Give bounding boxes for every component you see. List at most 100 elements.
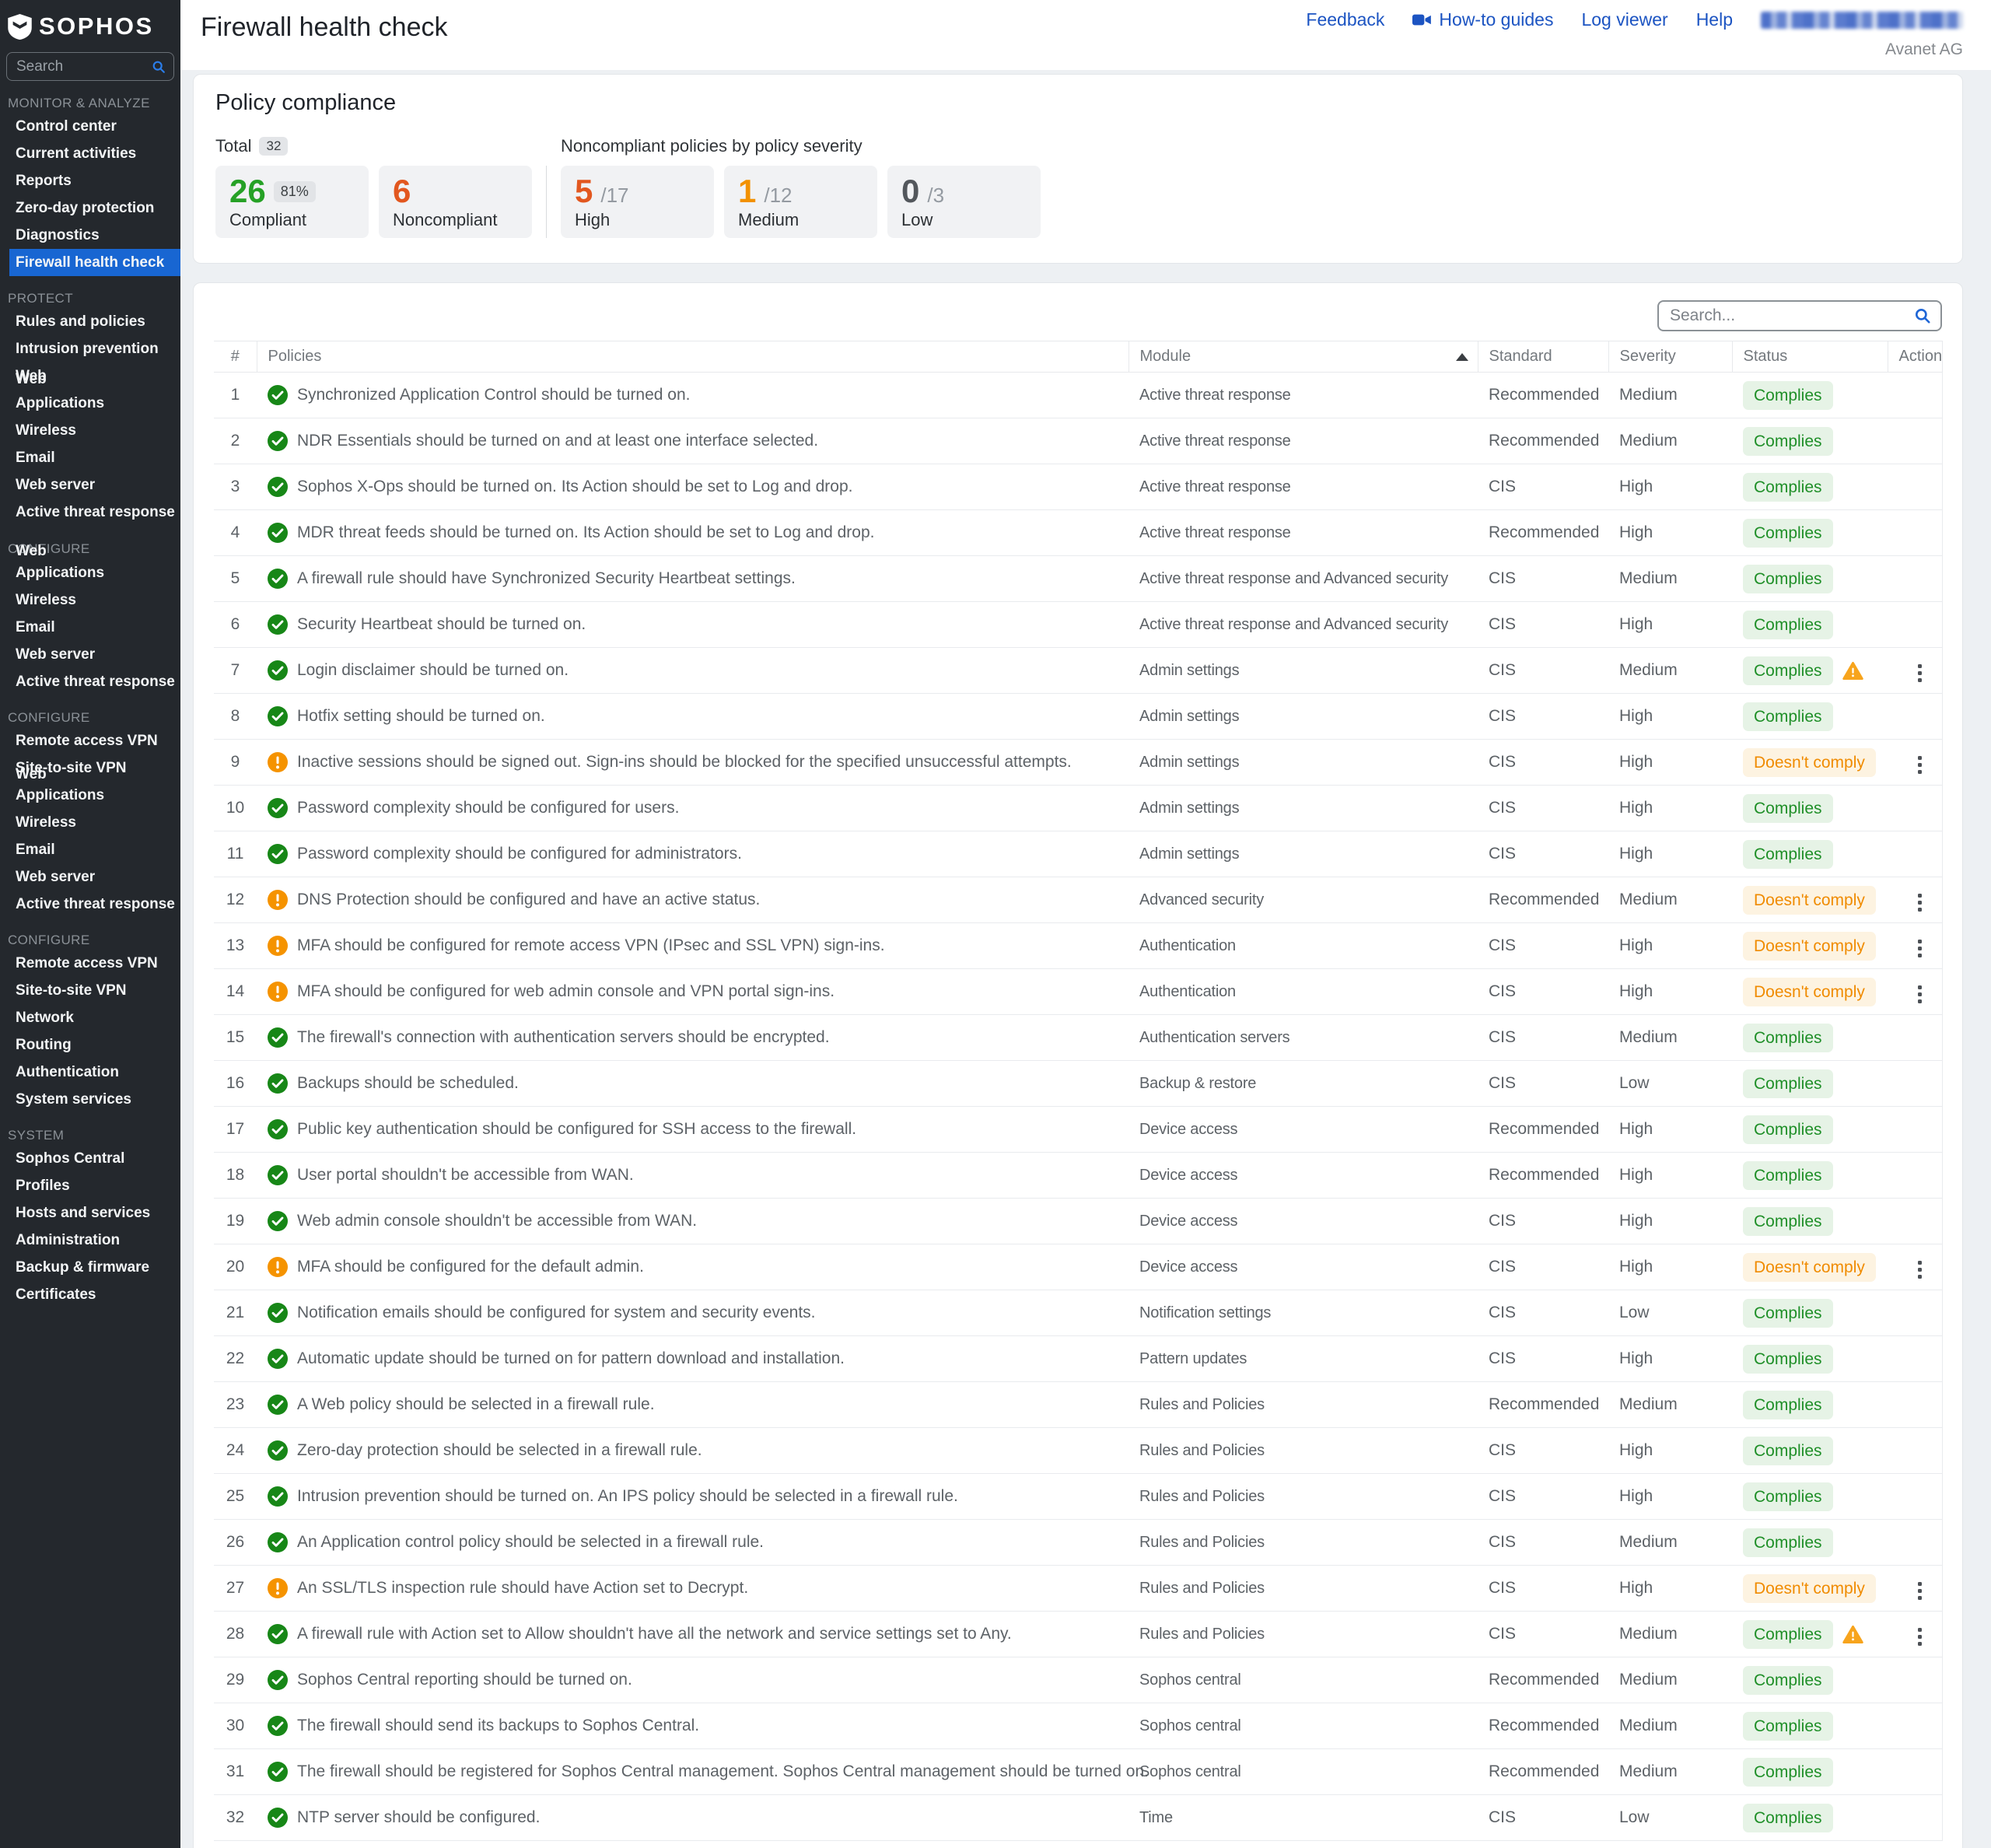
module-cell: Active threat response bbox=[1128, 418, 1478, 464]
page-title: Firewall health check bbox=[201, 12, 447, 43]
kebab-menu-icon[interactable] bbox=[1913, 981, 1926, 1008]
module-cell: Device access bbox=[1128, 1199, 1478, 1244]
sidebar-item-site-to-site-vpn[interactable]: Site-to-site VPN bbox=[0, 977, 180, 1004]
sidebar-item-web-server[interactable]: Web server bbox=[0, 641, 180, 668]
severity-cell: Medium bbox=[1608, 418, 1732, 464]
module-cell: Sophos central bbox=[1128, 1657, 1478, 1703]
sidebar-item-wireless[interactable]: Wireless bbox=[0, 586, 180, 614]
column-header-severity[interactable]: Severity bbox=[1608, 341, 1732, 373]
kebab-menu-icon[interactable] bbox=[1913, 751, 1926, 779]
severity-cell: High bbox=[1608, 1199, 1732, 1244]
sidebar-item-remote-access-vpn[interactable]: Remote access VPN bbox=[0, 950, 180, 977]
standard-cell: CIS bbox=[1478, 969, 1608, 1015]
sidebar-item-wireless[interactable]: Wireless bbox=[0, 417, 180, 444]
sidebar-item-web[interactable]: Web Web bbox=[0, 362, 180, 390]
sidebar-item-intrusion-prevention[interactable]: Intrusion prevention bbox=[0, 335, 180, 362]
main-area: Firewall health check Feedback How-to gu… bbox=[180, 0, 1991, 1848]
column-header-module[interactable]: Module bbox=[1128, 341, 1478, 373]
table-search-input[interactable] bbox=[1668, 306, 1914, 326]
module-cell: Device access bbox=[1128, 1244, 1478, 1290]
kebab-menu-icon[interactable] bbox=[1913, 660, 1926, 687]
sidebar-item-applications[interactable]: Applications bbox=[0, 390, 180, 417]
user-email-redacted[interactable] bbox=[1761, 12, 1963, 29]
sidebar-item-reports[interactable]: Reports bbox=[0, 167, 180, 194]
sidebar-item-active-threat-response[interactable]: Active threat response bbox=[0, 668, 180, 695]
search-icon bbox=[152, 59, 166, 75]
sidebar-item-configure[interactable]: CONFIGURE Web bbox=[0, 538, 180, 559]
sidebar-item-control-center[interactable]: Control center bbox=[0, 113, 180, 140]
kebab-menu-icon[interactable] bbox=[1913, 1623, 1926, 1650]
sidebar-item-email[interactable]: Email bbox=[0, 444, 180, 471]
column-header-number[interactable]: # bbox=[214, 341, 257, 373]
sidebar-item-profiles[interactable]: Profiles bbox=[0, 1172, 180, 1199]
sidebar-item-system-services[interactable]: System services bbox=[0, 1086, 180, 1113]
sidebar-item-backup-firmware[interactable]: Backup & firmware bbox=[0, 1254, 180, 1281]
status-badge: Doesn't comply bbox=[1743, 748, 1876, 777]
check-circle-icon bbox=[268, 569, 288, 589]
sidebar-item-network[interactable]: Network bbox=[0, 1004, 180, 1031]
table-row: 18 User portal shouldn't be accessible f… bbox=[214, 1153, 1942, 1199]
sidebar-item-administration[interactable]: Administration bbox=[0, 1227, 180, 1254]
sidebar-item-current-activities[interactable]: Current activities bbox=[0, 140, 180, 167]
policy-text: Zero-day protection should be selected i… bbox=[297, 1441, 702, 1460]
header-link-help[interactable]: Help bbox=[1696, 9, 1733, 30]
sidebar-item-site-to-site-vpn[interactable]: Site-to-site VPN Web bbox=[0, 754, 180, 782]
alert-circle-icon bbox=[268, 936, 288, 956]
sidebar-item-authentication[interactable]: Authentication bbox=[0, 1059, 180, 1086]
column-header-standard[interactable]: Standard bbox=[1478, 341, 1608, 373]
table-row: 13 MFA should be configured for remote a… bbox=[214, 923, 1942, 969]
sophos-logo[interactable]: SOPHOS bbox=[0, 0, 180, 40]
sidebar-item-zero-day-protection[interactable]: Zero-day protection bbox=[0, 194, 180, 222]
sidebar-item-firewall-health-check[interactable]: Firewall health check bbox=[9, 249, 180, 276]
header-link-log-viewer[interactable]: Log viewer bbox=[1581, 9, 1667, 30]
sidebar-item-web-server[interactable]: Web server bbox=[0, 471, 180, 499]
severity-cell: Medium bbox=[1608, 1657, 1732, 1703]
check-circle-icon bbox=[268, 1349, 288, 1369]
header-link-label: How-to guides bbox=[1439, 9, 1553, 30]
column-header-action[interactable]: Action bbox=[1888, 341, 1942, 373]
standard-cell: CIS bbox=[1478, 1520, 1608, 1566]
status-badge: Doesn't comply bbox=[1743, 1574, 1876, 1603]
header-link-feedback[interactable]: Feedback bbox=[1306, 9, 1384, 30]
sidebar-item-certificates[interactable]: Certificates bbox=[0, 1281, 180, 1308]
sidebar-item-email[interactable]: Email bbox=[0, 614, 180, 641]
table-row: 15 The firewall's connection with authen… bbox=[214, 1015, 1942, 1061]
standard-cell: CIS bbox=[1478, 786, 1608, 831]
sidebar-item-web-server[interactable]: Web server bbox=[0, 863, 180, 891]
check-circle-icon bbox=[268, 1027, 288, 1048]
status-badge: Complies bbox=[1743, 1299, 1833, 1328]
summary-card-noncompliant: 6 Noncompliant bbox=[379, 166, 532, 238]
alert-circle-icon bbox=[268, 1578, 288, 1598]
check-circle-icon bbox=[268, 1165, 288, 1185]
sidebar-item-remote-access-vpn[interactable]: Remote access VPN bbox=[0, 727, 180, 754]
sidebar-section-label: PROTECT bbox=[0, 289, 180, 308]
row-number: 17 bbox=[214, 1107, 257, 1153]
sidebar-item-rules-and-policies[interactable]: Rules and policies bbox=[0, 308, 180, 335]
sidebar-item-active-threat-response[interactable]: Active threat response bbox=[0, 499, 180, 526]
table-search[interactable] bbox=[1657, 300, 1942, 331]
row-number: 24 bbox=[214, 1428, 257, 1474]
sidebar-item-email[interactable]: Email bbox=[0, 836, 180, 863]
table-row: 17 Public key authentication should be c… bbox=[214, 1107, 1942, 1153]
module-cell: Authentication bbox=[1128, 969, 1478, 1015]
standard-cell: CIS bbox=[1478, 831, 1608, 877]
sidebar-search[interactable] bbox=[6, 52, 174, 81]
sidebar-item-wireless[interactable]: Wireless bbox=[0, 809, 180, 836]
module-cell: Rules and Policies bbox=[1128, 1428, 1478, 1474]
sidebar-item-sophos-central[interactable]: Sophos Central bbox=[0, 1145, 180, 1172]
severity-cell: Low bbox=[1608, 1061, 1732, 1107]
total-label: Total bbox=[215, 136, 251, 156]
column-header-policies[interactable]: Policies bbox=[257, 341, 1128, 373]
kebab-menu-icon[interactable] bbox=[1913, 1577, 1926, 1605]
sidebar-item-hosts-and-services[interactable]: Hosts and services bbox=[0, 1199, 180, 1227]
sidebar-item-routing[interactable]: Routing bbox=[0, 1031, 180, 1059]
kebab-menu-icon[interactable] bbox=[1913, 1256, 1926, 1283]
kebab-menu-icon[interactable] bbox=[1913, 935, 1926, 962]
sidebar-search-input[interactable] bbox=[15, 58, 152, 76]
sidebar-item-diagnostics[interactable]: Diagnostics bbox=[0, 222, 180, 249]
header-link-how-to-guides[interactable]: How-to guides bbox=[1412, 9, 1553, 30]
sidebar-item-applications[interactable]: Applications bbox=[0, 559, 180, 586]
column-header-status[interactable]: Status bbox=[1732, 341, 1888, 373]
sidebar-item-active-threat-response[interactable]: Active threat response bbox=[0, 891, 180, 918]
kebab-menu-icon[interactable] bbox=[1913, 889, 1926, 916]
